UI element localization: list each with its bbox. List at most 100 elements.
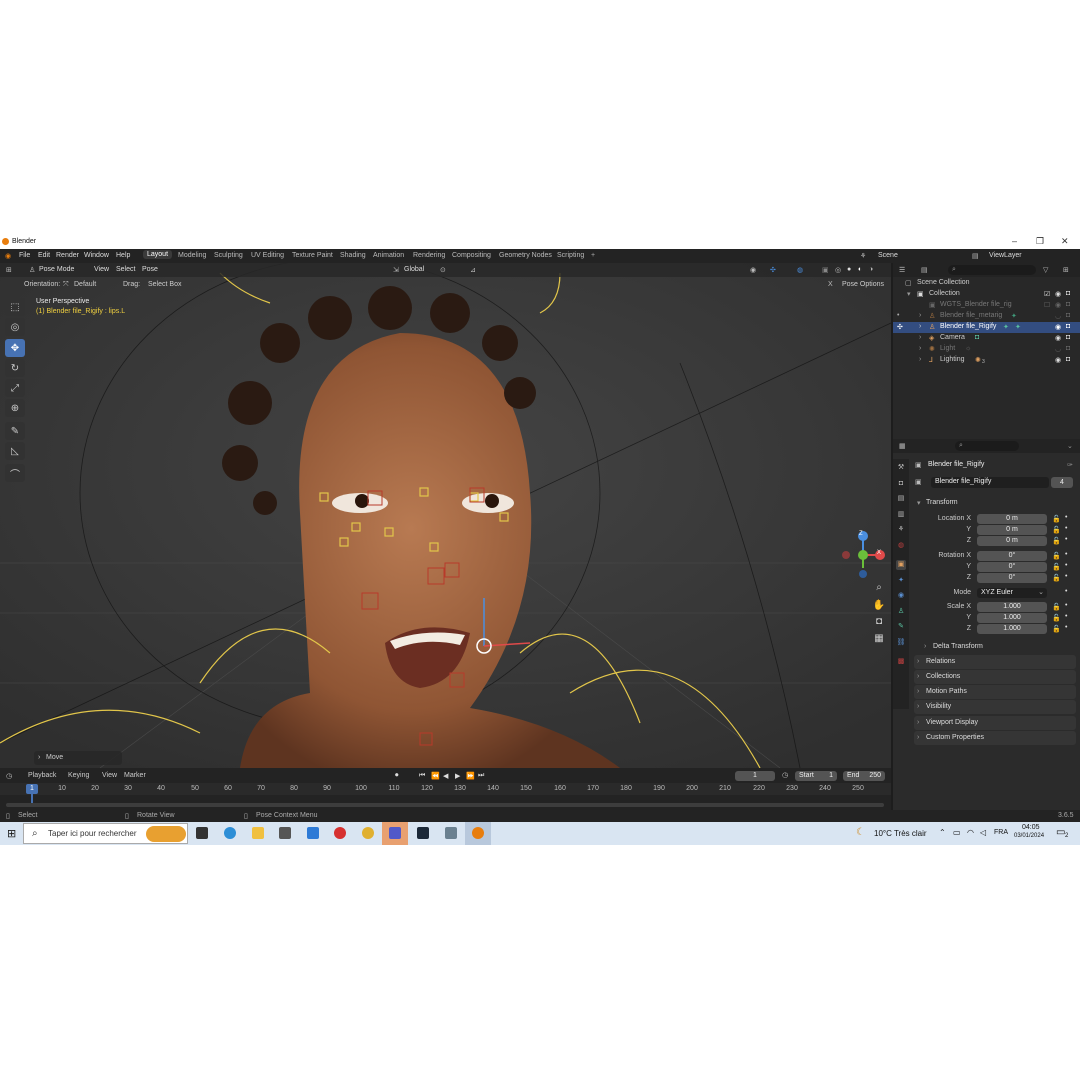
new-collection-icon[interactable]: ⊞ <box>1063 266 1069 274</box>
snap-icon[interactable]: ⊿ <box>470 266 476 274</box>
move-tool-icon[interactable]: ✥ <box>5 339 25 357</box>
tab-scripting[interactable]: Scripting <box>557 252 584 259</box>
tab-world-icon[interactable]: ◍ <box>896 541 906 551</box>
gizmo-toggle-icon[interactable]: ✣ <box>770 266 776 274</box>
lock-icon[interactable]: 🔓 <box>1052 574 1061 582</box>
scene-name[interactable]: Scene <box>878 252 898 259</box>
tab-physics-icon[interactable]: ◉ <box>896 591 906 601</box>
steam-icon[interactable] <box>417 827 429 839</box>
tab-output-icon[interactable]: ▤ <box>896 494 906 504</box>
current-frame-field[interactable]: 1 <box>735 771 775 781</box>
menu-edit[interactable]: Edit <box>38 252 50 259</box>
panel-relations[interactable]: › Relations <box>914 655 1076 669</box>
properties-editor-icon[interactable]: ▦ <box>899 442 906 450</box>
language-indicator[interactable]: FRA <box>994 829 1008 836</box>
menu-marker[interactable]: Marker <box>124 772 146 779</box>
menu-select[interactable]: Select <box>116 266 135 273</box>
display-mode-icon[interactable]: ▤ <box>921 266 928 274</box>
chevron-right-icon[interactable]: › <box>919 356 921 363</box>
scale-z-field[interactable]: 1.000 <box>977 624 1047 634</box>
outliner-row[interactable]: ▾ ▣ Collection ☑ ◉ ◘ <box>893 289 1080 300</box>
menu-keying[interactable]: Keying <box>68 772 89 779</box>
xray-icon[interactable]: ▣ <box>822 266 829 274</box>
3d-viewport[interactable]: ⊞ ♙ Pose Mode View Select Pose ⇲ Global … <box>0 263 891 768</box>
store-icon[interactable] <box>279 827 291 839</box>
jump-start-icon[interactable]: ⏮ <box>419 772 425 780</box>
scale-x-field[interactable]: 1.000 <box>977 602 1047 612</box>
chevron-right-icon[interactable]: › <box>919 312 921 319</box>
chevron-down-icon[interactable]: ⌄ <box>1067 442 1073 450</box>
camera-render-icon[interactable]: ◘ <box>1066 334 1070 341</box>
scale-y-field[interactable]: 1.000 <box>977 613 1047 623</box>
ortho-toggle-icon[interactable]: ▦ <box>871 630 887 646</box>
maximize-icon[interactable]: ❐ <box>1036 236 1044 247</box>
tab-sculpting[interactable]: Sculpting <box>214 252 243 259</box>
overlays-icon[interactable]: ◍ <box>797 266 803 274</box>
prev-keyframe-icon[interactable]: ⏪ <box>431 772 440 780</box>
chevron-right-icon[interactable]: › <box>919 345 921 352</box>
mode-dropdown[interactable]: Pose Mode <box>39 266 74 273</box>
timeline-editor[interactable]: ◷ Playback Keying View Marker ⏺ ⏮ ⏪ ◀ ▶ … <box>0 768 891 810</box>
camera-render-icon[interactable]: ◘ <box>1066 345 1070 352</box>
eye-icon[interactable]: ◉ <box>1055 290 1061 298</box>
outliner-row[interactable]: • › ♙ Blender file_metarig ✦ ◡ ◘ <box>893 311 1080 322</box>
object-datablock-field[interactable]: ▣ Blender file_Rigify 4 <box>915 477 1077 488</box>
relax-tool-icon[interactable]: ⌒ <box>5 464 25 482</box>
eye-icon[interactable]: ◉ <box>1055 301 1061 309</box>
chevron-up-icon[interactable]: ⌃ <box>939 828 946 837</box>
wireframe-shading-icon[interactable]: ◎ <box>835 266 841 274</box>
annotate-tool-icon[interactable]: ✎ <box>5 422 25 440</box>
rotation-z-field[interactable]: 0° <box>977 573 1047 583</box>
file-explorer-icon[interactable] <box>252 827 264 839</box>
weather-text[interactable]: 10°C Très clair <box>874 829 927 838</box>
windows-start-icon[interactable]: ⊞ <box>7 827 16 840</box>
taskbar-search-input[interactable]: ⌕ Taper ici pour rechercher <box>23 823 188 844</box>
lock-icon[interactable]: 🔓 <box>1052 552 1061 560</box>
outliner-row[interactable]: › ⅃ Lighting ✺ 3 ◉ ◘ <box>893 355 1080 366</box>
menu-view[interactable]: View <box>102 772 117 779</box>
lock-icon[interactable]: 🔓 <box>1052 515 1061 523</box>
network-icon[interactable]: ▭ <box>953 828 961 837</box>
mail-icon[interactable] <box>307 827 319 839</box>
eye-icon[interactable]: ◉ <box>1055 356 1061 364</box>
tab-view-layer-icon[interactable]: ▥ <box>896 510 906 520</box>
camera-render-icon[interactable]: ◘ <box>1066 290 1070 297</box>
keyframe-dot-icon[interactable]: • <box>1065 551 1067 558</box>
object-name-input[interactable]: Blender file_Rigify <box>931 477 1049 488</box>
rotation-mode-dropdown[interactable]: XYZ Euler ⌄ <box>977 588 1047 598</box>
blender-menu-icon[interactable]: ◉ <box>5 252 11 260</box>
keyframe-dot-icon[interactable]: • <box>1065 624 1067 631</box>
menu-view[interactable]: View <box>94 266 109 273</box>
view-layer-icon[interactable]: ▤ <box>972 252 979 260</box>
panel-collections[interactable]: › Collections <box>914 670 1076 684</box>
lock-icon[interactable]: 🔓 <box>1052 526 1061 534</box>
play-icon[interactable]: ▶ <box>455 772 460 780</box>
tab-geometry-nodes[interactable]: Geometry Nodes <box>499 252 552 259</box>
keyframe-dot-icon[interactable]: • <box>1065 573 1067 580</box>
filter-icon[interactable]: ▽ <box>1043 266 1048 274</box>
cursor-tool-icon[interactable]: ◎ <box>5 318 25 336</box>
user-count-badge[interactable]: 4 <box>1051 477 1073 488</box>
lock-icon[interactable]: 🔓 <box>1052 625 1061 633</box>
tab-shading[interactable]: Shading <box>340 252 366 259</box>
add-workspace-icon[interactable]: + <box>591 252 595 259</box>
outliner-row[interactable]: ▣ WGTS_Blender file_rig ☐ ◉ ◘ <box>893 300 1080 311</box>
chevron-right-icon[interactable]: › <box>919 334 921 341</box>
tab-uv-editing[interactable]: UV Editing <box>251 252 284 259</box>
tab-compositing[interactable]: Compositing <box>452 252 491 259</box>
weather-icon[interactable]: ☾ <box>856 827 865 838</box>
start-frame-field[interactable]: Start 1 <box>795 771 837 781</box>
panel-motion-paths[interactable]: › Motion Paths <box>914 685 1076 699</box>
transform-section-header[interactable]: ▾ Transform <box>914 496 1076 510</box>
chrome-icon[interactable] <box>362 827 374 839</box>
tab-bone-icon[interactable]: ✎ <box>896 622 906 632</box>
outliner-row[interactable]: ▢ Scene Collection <box>893 278 1080 289</box>
orientation-dropdown[interactable]: Default <box>74 281 96 288</box>
eye-hidden-icon[interactable]: ◡ <box>1055 345 1061 353</box>
menu-window[interactable]: Window <box>84 252 109 259</box>
scene-icon[interactable]: ⚘ <box>860 252 866 260</box>
teams-tile[interactable] <box>382 822 408 845</box>
tab-modifiers-icon[interactable]: ✦ <box>896 576 906 586</box>
volume-icon[interactable]: ◁ <box>980 828 986 837</box>
eye-hidden-icon[interactable]: ◡ <box>1055 312 1061 320</box>
